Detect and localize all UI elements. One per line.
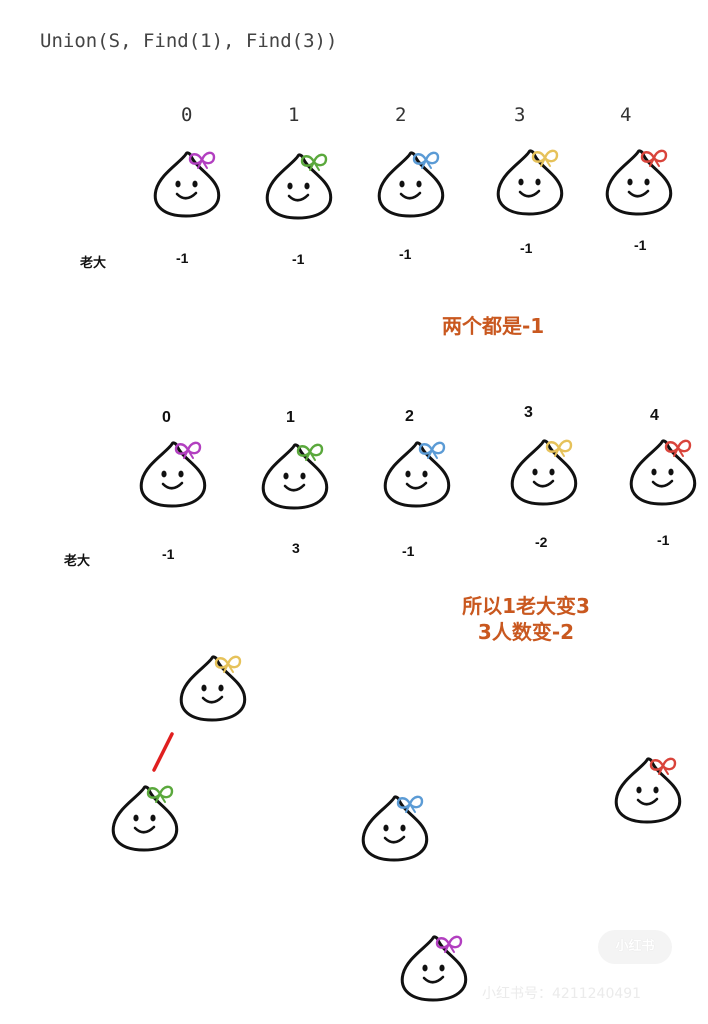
bun-eye: [549, 468, 555, 476]
bun-eye: [175, 180, 181, 188]
bun-eye: [532, 468, 538, 476]
note-union-result: 所以1老大变3 3人数变-2: [441, 593, 611, 645]
index-label: 4: [650, 407, 659, 424]
bun-eye: [405, 470, 411, 478]
bun-face-icon: [265, 153, 333, 220]
bun-face-icon: [400, 935, 468, 1002]
index-label: 3: [514, 104, 526, 126]
bun-face-icon: [179, 655, 247, 722]
bun-face-icon: [153, 151, 221, 218]
bun-eye: [178, 470, 184, 478]
parent-value: 3: [292, 540, 300, 556]
index-label: 1: [286, 409, 295, 426]
boss-row-label: 老大: [64, 553, 91, 568]
index-label: 0: [181, 104, 193, 126]
bun-eye: [653, 786, 659, 794]
parent-value: -1: [162, 546, 175, 562]
index-label: 0: [162, 409, 171, 426]
bun-eye: [636, 786, 642, 794]
bun-eye: [439, 964, 445, 972]
note-line: 3人数变-2: [477, 620, 575, 644]
parent-value: -1: [520, 240, 533, 256]
bun-face-icon: [496, 149, 564, 216]
bun-eye: [192, 180, 198, 188]
union-link-line: [152, 732, 174, 772]
bun-face-icon: [261, 443, 329, 510]
parent-value: -1: [176, 250, 189, 266]
bun-eye: [518, 178, 524, 186]
bun-eye: [161, 470, 167, 478]
union-code-line: Union(S, Find(1), Find(3)): [40, 30, 338, 52]
bun-eye: [535, 178, 541, 186]
bun-face-icon: [605, 149, 673, 216]
bun-eye: [304, 182, 310, 190]
parent-value: -1: [634, 237, 647, 253]
bun-eye: [416, 180, 422, 188]
bun-eye: [133, 814, 139, 822]
parent-value: -1: [292, 251, 305, 267]
bun-eye: [201, 684, 207, 692]
bun-eye: [287, 182, 293, 190]
index-label: 3: [524, 404, 533, 421]
bun-eye: [283, 472, 289, 480]
bun-face-icon: [139, 441, 207, 508]
watermark-text: 小红书号：4211240491: [482, 986, 642, 1002]
bun-eye: [400, 824, 406, 832]
parent-value: -1: [399, 246, 412, 262]
bun-eye: [422, 964, 428, 972]
index-label: 1: [288, 104, 300, 126]
index-label: 4: [620, 104, 632, 126]
parent-value: -2: [535, 534, 548, 550]
bun-eye: [651, 468, 657, 476]
bun-face-icon: [377, 151, 445, 218]
note-both-minus-one: 两个都是-1: [442, 314, 545, 338]
bun-face-icon: [629, 439, 697, 506]
note-line: 所以1老大变3: [462, 594, 590, 618]
bun-face-icon: [383, 441, 451, 508]
bun-eye: [668, 468, 674, 476]
index-label: 2: [405, 408, 414, 425]
bun-eye: [644, 178, 650, 186]
link-stroke: [152, 732, 174, 772]
parent-value: -1: [402, 543, 415, 559]
bun-eye: [300, 472, 306, 480]
parent-value: -1: [657, 532, 670, 548]
watermark-logo: 小红书: [598, 930, 672, 964]
bun-eye: [627, 178, 633, 186]
bun-eye: [399, 180, 405, 188]
bun-eye: [150, 814, 156, 822]
bun-face-icon: [361, 795, 429, 862]
index-label: 2: [395, 104, 407, 126]
bun-face-icon: [614, 757, 682, 824]
bun-eye: [422, 470, 428, 478]
boss-row-label: 老大: [80, 255, 107, 270]
bun-face-icon: [111, 785, 179, 852]
bun-face-icon: [510, 439, 578, 506]
bun-eye: [218, 684, 224, 692]
bun-eye: [383, 824, 389, 832]
